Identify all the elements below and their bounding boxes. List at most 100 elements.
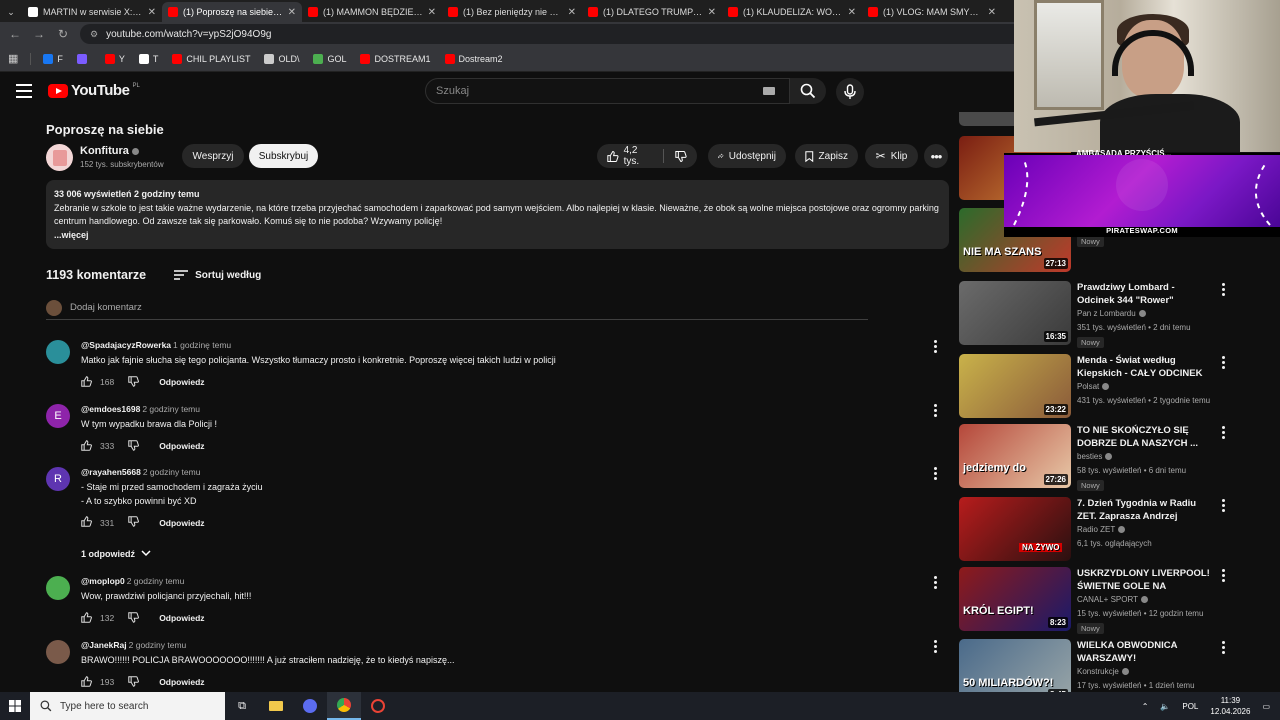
- channel-name[interactable]: Konfitura: [80, 145, 139, 157]
- comment-avatar[interactable]: [46, 640, 70, 664]
- hamburger-menu-icon[interactable]: [16, 84, 32, 98]
- channel-avatar[interactable]: [46, 144, 73, 171]
- chrome-icon[interactable]: [327, 692, 361, 720]
- keyboard-icon[interactable]: [763, 87, 775, 95]
- browser-tab[interactable]: (1) VLOG: MAM SMYKAŁ... ✕: [862, 2, 1002, 22]
- clip-button[interactable]: ✂ Klip: [865, 144, 918, 168]
- browser-tab[interactable]: (1) MAMMON BĘDZIE O... ✕: [302, 2, 442, 22]
- file-explorer-icon[interactable]: [259, 692, 293, 720]
- like-button[interactable]: 4,2 tys.: [607, 145, 652, 167]
- recommendation-title[interactable]: USKRZYDLONY LIVERPOOL! ŚWIETNE GOLE NA A…: [1077, 567, 1212, 593]
- bookmark-item[interactable]: CHIL PLAYLIST: [172, 53, 250, 64]
- recommendation-thumbnail[interactable]: 23:22: [959, 354, 1071, 418]
- recommendation-thumbnail[interactable]: NA ŻYWO: [959, 497, 1071, 561]
- site-info-icon[interactable]: ⚙: [90, 29, 98, 40]
- recommendation-channel[interactable]: besties: [1077, 452, 1113, 461]
- tab-close-icon[interactable]: ✕: [148, 7, 156, 18]
- recommendation-more-icon[interactable]: [1222, 499, 1225, 514]
- recommendation-channel[interactable]: Polsat: [1077, 382, 1110, 391]
- recommendation-item[interactable]: KRÓL EGIPT! 8:23 USKRZYDLONY LIVERPOOL! ŚW…: [959, 567, 1259, 634]
- comment-dislike-icon[interactable]: [128, 675, 140, 689]
- recommendation-title[interactable]: TO NIE SKOŃCZYŁO SIĘ DOBRZE DLA NASZYCH …: [1077, 424, 1212, 450]
- recommendation-title[interactable]: Prawdziwy Lombard - Odcinek 344 "Rower": [1077, 281, 1212, 307]
- search-input[interactable]: Szukaj: [425, 78, 790, 104]
- comment-avatar[interactable]: E: [46, 404, 70, 428]
- comment-more-icon[interactable]: [932, 640, 938, 654]
- recommendation-item[interactable]: jedziemy do 27:26 TO NIE SKOŃCZYŁO SIĘ DOB…: [959, 424, 1259, 491]
- recommendation-more-icon[interactable]: [1222, 641, 1225, 656]
- comment-like-icon[interactable]: [81, 439, 92, 453]
- reply-button[interactable]: Odpowiedz: [159, 441, 204, 451]
- comment-author[interactable]: @moplop0: [81, 576, 125, 586]
- tab-close-icon[interactable]: ✕: [708, 7, 716, 18]
- comment-like-icon[interactable]: [81, 516, 92, 529]
- add-comment-field[interactable]: Dodaj komentarz: [46, 300, 868, 320]
- app-icon[interactable]: [293, 692, 327, 720]
- bookmark-item[interactable]: Dostream2: [444, 53, 503, 64]
- comment-time[interactable]: 2 godziny temu: [143, 467, 201, 477]
- comment-dislike-icon[interactable]: [128, 516, 140, 529]
- comment-like-icon[interactable]: [81, 675, 92, 689]
- comment-time[interactable]: 2 godziny temu: [129, 640, 187, 650]
- tray-chevron-icon[interactable]: ⌃: [1142, 702, 1149, 711]
- bookmark-item[interactable]: T: [138, 53, 158, 64]
- voice-search-button[interactable]: [836, 78, 864, 106]
- recommendation-more-icon[interactable]: [1222, 283, 1225, 298]
- sort-button[interactable]: Sortuj według: [174, 270, 261, 281]
- comment-avatar[interactable]: R: [46, 467, 70, 491]
- comment-dislike-icon[interactable]: [128, 611, 140, 625]
- browser-tab[interactable]: (1) KLAUDELIZA: WOLBR... ✕: [722, 2, 862, 22]
- recommendation-more-icon[interactable]: [1222, 569, 1225, 584]
- comment-author[interactable]: @SpadajacyzRowerka: [81, 340, 171, 350]
- tab-close-icon[interactable]: ✕: [568, 7, 576, 18]
- comment-time[interactable]: 2 godziny temu: [127, 576, 185, 586]
- comment-dislike-icon[interactable]: [128, 375, 140, 389]
- reply-button[interactable]: Odpowiedz: [159, 518, 204, 528]
- tab-close-icon[interactable]: ✕: [288, 7, 296, 18]
- url-field[interactable]: ⚙ youtube.com/watch?v=ypS2jO94O9g: [80, 24, 1060, 44]
- language-indicator[interactable]: POL: [1182, 702, 1198, 711]
- recommendation-more-icon[interactable]: [1222, 356, 1225, 371]
- bookmark-item[interactable]: OLD\: [264, 53, 299, 64]
- recommendation-channel[interactable]: Pan z Lombardu: [1077, 309, 1146, 318]
- comment-avatar[interactable]: [46, 576, 70, 600]
- subscribe-button[interactable]: Subskrybuj: [249, 144, 318, 168]
- recommendation-more-icon[interactable]: [1222, 426, 1225, 441]
- notification-icon[interactable]: ▭: [1262, 702, 1270, 711]
- share-button[interactable]: Udostępnij: [708, 144, 786, 168]
- browser-tab[interactable]: (1) Poproszę na siebie - Y... ✕: [162, 2, 302, 22]
- tab-close-icon[interactable]: ✕: [848, 7, 856, 18]
- reply-button[interactable]: Odpowiedz: [159, 677, 204, 687]
- comment-time[interactable]: 2 godziny temu: [142, 404, 200, 414]
- recommendation-channel[interactable]: Konstrukcje: [1077, 667, 1129, 676]
- bookmark-item[interactable]: GOL: [313, 53, 346, 64]
- comment-more-icon[interactable]: [932, 404, 938, 418]
- comment-time[interactable]: 1 godzinę temu: [173, 340, 231, 350]
- bookmark-item[interactable]: [76, 53, 91, 64]
- speaker-icon[interactable]: 🔈: [1160, 702, 1170, 711]
- thumbs-down-icon[interactable]: [675, 150, 687, 163]
- forward-icon[interactable]: →: [32, 27, 46, 41]
- recommendation-thumbnail[interactable]: 16:35: [959, 281, 1071, 345]
- comment-more-icon[interactable]: [932, 340, 938, 354]
- comment-like-icon[interactable]: [81, 611, 92, 625]
- comment-more-icon[interactable]: [932, 576, 938, 590]
- comment-avatar[interactable]: [46, 340, 70, 364]
- browser-tab[interactable]: MARTIN w serwisie X: „D... ✕: [22, 2, 162, 22]
- support-button[interactable]: Wesprzyj: [182, 144, 244, 168]
- save-button[interactable]: Zapisz: [795, 144, 858, 168]
- browser-tab[interactable]: (1) Bez pieniędzy nie ma... ✕: [442, 2, 582, 22]
- comment-author[interactable]: @rayahen5668: [81, 467, 141, 477]
- more-actions-button[interactable]: •••: [924, 144, 948, 168]
- bookmark-item[interactable]: F: [43, 53, 63, 64]
- recommendation-channel[interactable]: CANAL+ SPORT: [1077, 595, 1148, 604]
- tab-search-icon[interactable]: ⌄: [0, 2, 22, 22]
- reply-button[interactable]: Odpowiedz: [159, 377, 204, 387]
- recommendation-title[interactable]: 7. Dzień Tygodnia w Radiu ZET. Zaprasza …: [1077, 497, 1212, 523]
- youtube-logo[interactable]: YouTube PL: [48, 82, 140, 99]
- recommendation-item[interactable]: 50 MILIARDÓW?!8:45WIELKA OBWODNICA WARSZ…: [959, 639, 1259, 692]
- apps-grid-icon[interactable]: ▦: [8, 52, 18, 65]
- start-button[interactable]: [0, 692, 30, 720]
- description-box[interactable]: 33 006 wyświetleń 2 godziny temu Zebrani…: [46, 180, 949, 249]
- back-icon[interactable]: ←: [8, 27, 22, 41]
